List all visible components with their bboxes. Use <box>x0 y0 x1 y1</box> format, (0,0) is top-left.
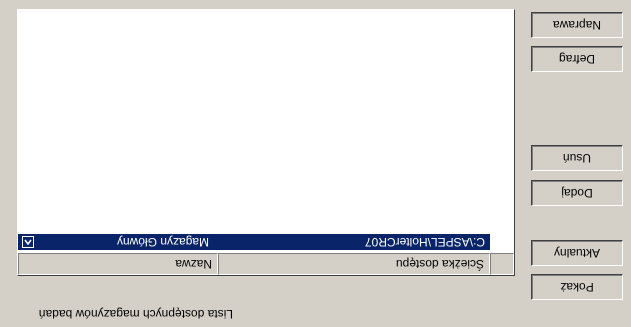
repair-button[interactable]: Naprawa <box>531 12 623 38</box>
column-header-name[interactable]: Nazwa <box>18 253 218 275</box>
storage-list-caption: Lista dostępnych magazynów badań <box>38 307 233 321</box>
add-button[interactable]: Dodaj <box>531 180 623 206</box>
row-name: Magazyn Główny <box>116 235 209 249</box>
set-current-button[interactable]: Aktualny <box>531 240 623 266</box>
row-path: C:\ASPEL\HolterCR07 <box>364 235 485 249</box>
remove-button[interactable]: Usuń <box>531 145 623 171</box>
column-header-spacer <box>490 253 514 275</box>
storage-icon <box>22 236 34 248</box>
storage-dialog: Lista dostępnych magazynów badań Pokaż A… <box>0 0 631 327</box>
list-header: Ścieżka dostępu Nazwa <box>18 253 514 275</box>
table-row[interactable]: C:\ASPEL\HolterCR07 Magazyn Główny <box>18 234 490 250</box>
show-button[interactable]: Pokaż <box>531 274 623 300</box>
defrag-button[interactable]: Defrag <box>531 46 623 72</box>
storage-list[interactable]: Ścieżka dostępu Nazwa C:\ASPEL\HolterCR0… <box>17 9 515 276</box>
column-header-path[interactable]: Ścieżka dostępu <box>218 253 490 275</box>
